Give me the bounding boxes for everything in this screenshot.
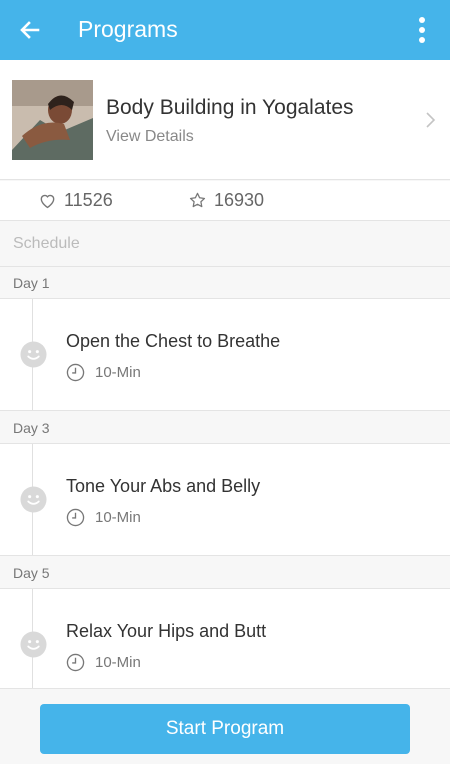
chevron-right-icon bbox=[426, 112, 436, 128]
day-header: Day 3 bbox=[0, 412, 450, 444]
arrow-left-icon bbox=[20, 21, 40, 39]
page-title: Programs bbox=[78, 16, 178, 42]
session-title: Tone Your Abs and Belly bbox=[66, 476, 261, 496]
day-label: Day 3 bbox=[13, 420, 50, 436]
day-label: Day 1 bbox=[13, 275, 50, 291]
stars-count: 16930 bbox=[214, 190, 265, 210]
schedule-label: Schedule bbox=[13, 235, 80, 252]
program-stats: 11526 16930 bbox=[0, 181, 450, 221]
smiley-icon bbox=[20, 486, 47, 513]
favorites-counter[interactable]: 16930 bbox=[188, 190, 264, 211]
duration-label: 10-Min bbox=[95, 364, 141, 381]
session-item[interactable]: Tone Your Abs and Belly 10-Min bbox=[0, 444, 450, 556]
likes-counter[interactable]: 11526 bbox=[38, 190, 113, 211]
smiley-icon bbox=[20, 341, 47, 368]
clock-icon bbox=[66, 508, 85, 527]
program-card[interactable]: Body Building in Yogalates View Details bbox=[0, 60, 450, 180]
more-vertical-icon bbox=[419, 17, 425, 23]
session-duration: 10-Min bbox=[66, 508, 141, 527]
session-duration: 10-Min bbox=[66, 363, 141, 382]
footer-bar: Start Program bbox=[0, 688, 450, 764]
day-label: Day 5 bbox=[13, 565, 50, 581]
duration-label: 10-Min bbox=[95, 509, 141, 526]
more-options-button[interactable] bbox=[410, 14, 434, 46]
program-name: Body Building in Yogalates bbox=[106, 96, 354, 119]
app-bar: Programs bbox=[0, 0, 450, 60]
view-details-link[interactable]: View Details bbox=[106, 128, 194, 146]
smiley-icon bbox=[20, 631, 47, 658]
schedule-section-header: Schedule bbox=[0, 221, 450, 267]
session-item[interactable]: Relax Your Hips and Butt 10-Min bbox=[0, 589, 450, 701]
heart-outline-icon bbox=[40, 194, 55, 209]
back-button[interactable] bbox=[14, 14, 46, 46]
clock-icon bbox=[66, 363, 85, 382]
session-title: Open the Chest to Breathe bbox=[66, 331, 281, 351]
start-program-button[interactable]: Start Program bbox=[40, 704, 410, 754]
star-outline-icon bbox=[189, 192, 206, 208]
session-duration: 10-Min bbox=[66, 653, 141, 672]
program-thumbnail bbox=[12, 80, 93, 160]
session-title: Relax Your Hips and Butt bbox=[66, 621, 267, 641]
clock-icon bbox=[66, 653, 85, 672]
duration-label: 10-Min bbox=[95, 654, 141, 671]
day-header: Day 1 bbox=[0, 267, 450, 299]
day-header: Day 5 bbox=[0, 557, 450, 589]
session-item[interactable]: Open the Chest to Breathe 10-Min bbox=[0, 299, 450, 411]
likes-count: 11526 bbox=[64, 190, 113, 210]
